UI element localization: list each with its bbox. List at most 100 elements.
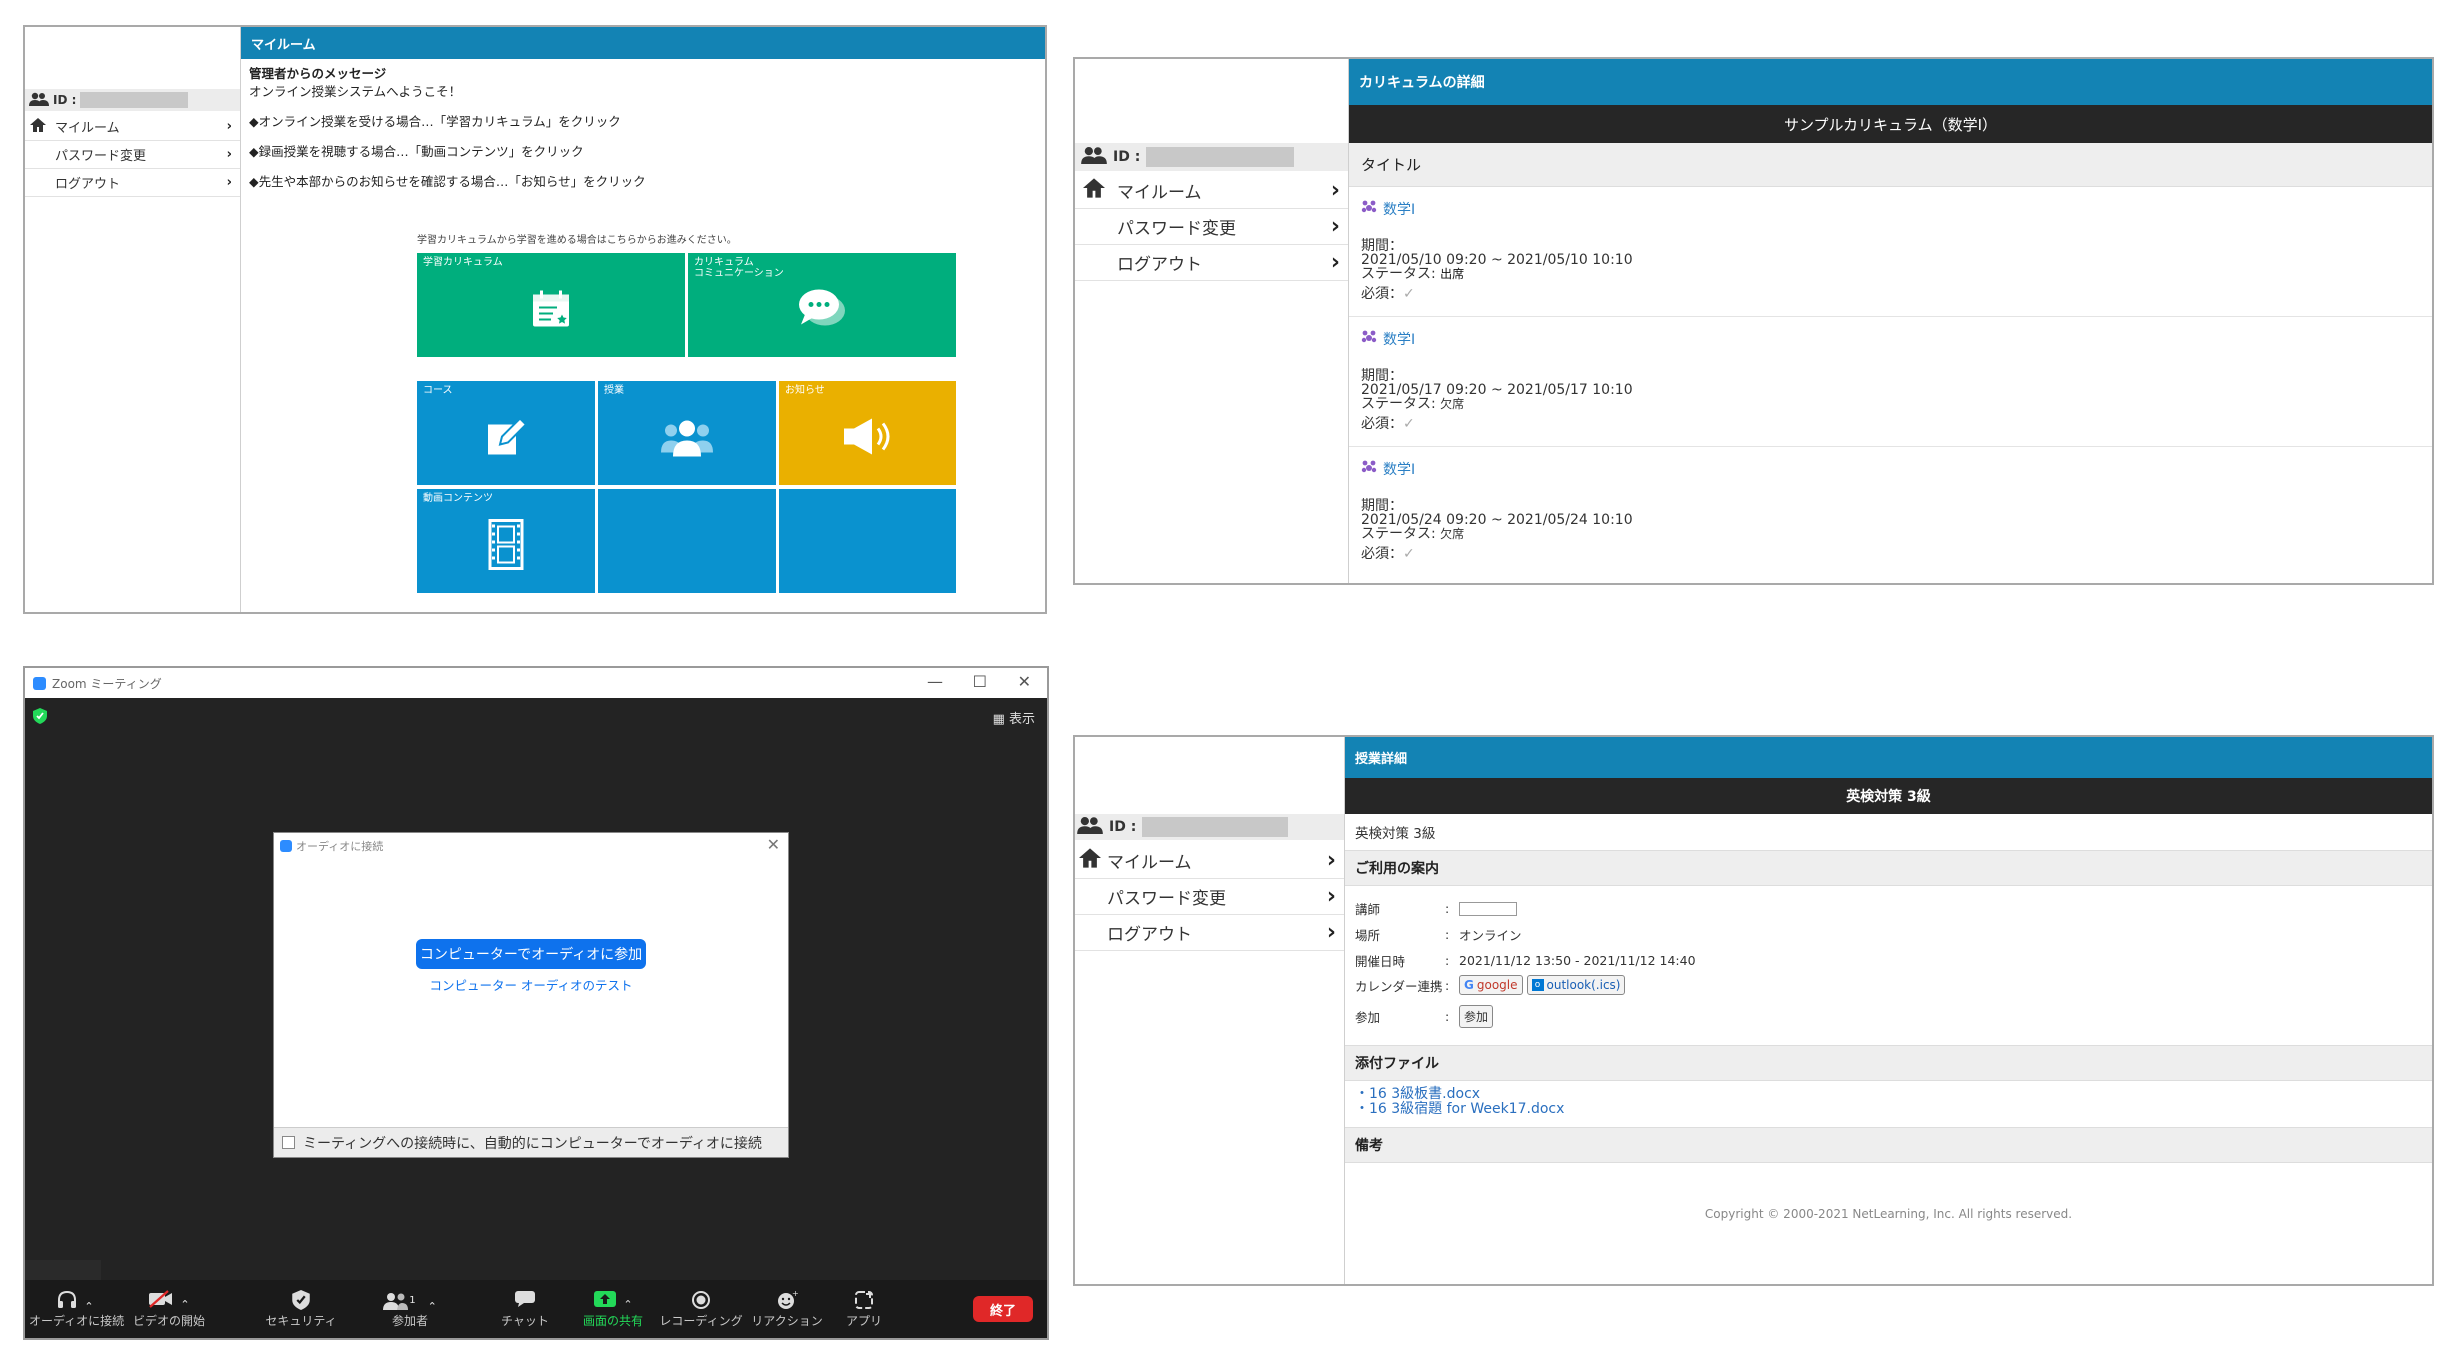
end-meeting-button[interactable]: 終了 bbox=[973, 1296, 1033, 1322]
teacher-value bbox=[1459, 901, 1517, 916]
join-button[interactable]: 参加 bbox=[1459, 1005, 1494, 1028]
apps-button[interactable]: アプリ bbox=[841, 1290, 887, 1329]
page-header: カリキュラムの詳細 bbox=[1349, 59, 2432, 105]
tile-video-contents[interactable]: 動画コンテンツ bbox=[417, 489, 595, 593]
tile-curriculum[interactable]: 学習カリキュラム bbox=[417, 253, 685, 357]
status-label: ステータス: bbox=[1361, 266, 1436, 282]
check-icon: ✓ bbox=[1403, 286, 1415, 302]
required-label: 必須： bbox=[1361, 416, 1403, 432]
sidebar-item-label: ログアウト bbox=[1107, 925, 1192, 945]
sidebar-item-logout[interactable]: ログアウト › bbox=[1075, 915, 1344, 951]
period-label: 期間： bbox=[1361, 368, 1403, 384]
sidebar-item-myroom[interactable]: マイルーム › bbox=[1075, 173, 1348, 209]
lesson-link[interactable]: 数学Ⅰ bbox=[1361, 199, 1415, 219]
id-label: ID : bbox=[53, 93, 77, 107]
sidebar-item-logout[interactable]: ログアウト › bbox=[25, 169, 240, 197]
close-icon[interactable]: ✕ bbox=[767, 835, 780, 854]
audio-button[interactable]: ⌃ オーディオに接続 bbox=[29, 1290, 125, 1329]
sidebar-item-password[interactable]: パスワード変更 › bbox=[25, 141, 240, 169]
participants-icon: 1 ⌃ bbox=[375, 1290, 445, 1313]
chat-button[interactable]: チャット bbox=[495, 1290, 555, 1329]
record-button[interactable]: レコーディング bbox=[659, 1290, 743, 1329]
user-id-value bbox=[1142, 817, 1289, 837]
toolbar-label: オーディオに接続 bbox=[29, 1314, 125, 1328]
lesson-link[interactable]: 数学Ⅰ bbox=[1361, 329, 1415, 349]
chevron-right-icon: › bbox=[1330, 250, 1340, 275]
encryption-shield-icon[interactable] bbox=[33, 708, 47, 728]
lesson-details: 期間： 2021/05/24 09:20 ~ 2021/05/24 10:10 … bbox=[1361, 499, 1633, 561]
home-icon bbox=[1077, 847, 1103, 874]
teacher-row: 講師: bbox=[1355, 899, 1517, 918]
tile-label: 動画コンテンツ bbox=[423, 493, 493, 504]
toolbar-label: リアクション bbox=[751, 1314, 823, 1328]
sidebar-item-myroom[interactable]: マイルーム › bbox=[1075, 843, 1344, 879]
close-icon[interactable]: ✕ bbox=[1018, 672, 1031, 691]
datetime-label: 開催日時 bbox=[1355, 954, 1406, 969]
sidebar-item-password[interactable]: パスワード変更 › bbox=[1075, 879, 1344, 915]
lesson-title-bar: 英検対策 3級 bbox=[1345, 778, 2432, 814]
lesson-panel: ID : マイルーム › パスワード変更 › ログアウト › 授業詳細 英検対策… bbox=[1073, 735, 2434, 1286]
participants-button[interactable]: 1 ⌃ 参加者 bbox=[375, 1290, 445, 1329]
minimize-icon[interactable]: — bbox=[927, 672, 943, 691]
google-g-icon: G bbox=[1464, 978, 1474, 992]
video-off-icon: ⌃ bbox=[129, 1290, 209, 1312]
calendar-row: カレンダー連携: Ggoogle o outlook(.ics) bbox=[1355, 975, 1629, 995]
curriculum-panel: ID : マイルーム › パスワード変更 › ログアウト › カリキュラムの詳細… bbox=[1073, 57, 2434, 585]
course-name: 英検対策 3級 bbox=[1355, 826, 1436, 842]
attachments-section-title: 添付ファイル bbox=[1345, 1045, 2432, 1081]
apps-icon bbox=[841, 1290, 887, 1312]
tile-lesson[interactable]: 授業 bbox=[598, 381, 776, 485]
datetime-row: 開催日時: 2021/11/12 13:50 - 2021/11/12 14:4… bbox=[1355, 953, 1696, 969]
chevron-right-icon: › bbox=[1326, 848, 1336, 873]
sidebar-item-logout[interactable]: ログアウト › bbox=[1075, 245, 1348, 281]
attachment-link[interactable]: ・16 3級板書.docx bbox=[1355, 1087, 1564, 1102]
message-line bbox=[249, 101, 646, 113]
sidebar-item-label: パスワード変更 bbox=[55, 149, 147, 164]
test-audio-link[interactable]: コンピューター オーディオのテスト bbox=[274, 975, 788, 994]
curriculum-entry: 数学Ⅰ 期間： 2021/05/17 09:20 ~ 2021/05/17 10… bbox=[1349, 317, 2432, 447]
view-button[interactable]: ▦ 表示 bbox=[993, 708, 1035, 727]
toolbar-label: アプリ bbox=[845, 1314, 882, 1328]
video-button[interactable]: ⌃ ビデオの開始 bbox=[129, 1290, 209, 1329]
tile-curriculum-communication[interactable]: カリキュラム コミュニケーション bbox=[688, 253, 956, 357]
lesson-name: 数学Ⅰ bbox=[1383, 332, 1416, 348]
maximize-icon[interactable]: ☐ bbox=[973, 672, 987, 691]
name-tag bbox=[25, 1260, 101, 1280]
required-label: 必須： bbox=[1361, 546, 1403, 562]
message-line: ◆先生や本部からのお知らせを確認する場合…「お知らせ」をクリック bbox=[249, 174, 646, 189]
attachment-link[interactable]: ・16 3級宿題 for Week17.docx bbox=[1355, 1102, 1564, 1117]
id-label: ID : bbox=[1109, 819, 1137, 835]
meeting-toolbar: ⌃ オーディオに接続 ⌃ ビデオの開始 セキュリティ 1 ⌃ 参加者 チャット ⌃… bbox=[25, 1280, 1047, 1338]
lesson-link[interactable]: 数学Ⅰ bbox=[1361, 459, 1415, 479]
sidebar-item-password[interactable]: パスワード変更 › bbox=[1075, 209, 1348, 245]
user-icon bbox=[1081, 146, 1107, 168]
tile-notice[interactable]: お知らせ bbox=[779, 381, 956, 485]
check-icon: ✓ bbox=[1403, 546, 1415, 562]
page-header: マイルーム bbox=[241, 27, 1045, 59]
auto-connect-row: ミーティングへの接続時に、自動的にコンピューターでオーディオに接続 bbox=[274, 1127, 788, 1157]
join-audio-button[interactable]: コンピューターでオーディオに参加 bbox=[416, 939, 646, 969]
outlook-calendar-button[interactable]: o outlook(.ics) bbox=[1526, 975, 1626, 995]
headphones-icon: ⌃ bbox=[29, 1290, 121, 1313]
google-calendar-button[interactable]: Ggoogle bbox=[1459, 975, 1523, 995]
lesson-name: 数学Ⅰ bbox=[1383, 202, 1416, 218]
sidebar: ID : マイルーム › パスワード変更 › ログアウト › bbox=[25, 27, 241, 612]
sidebar-item-label: マイルーム bbox=[1107, 853, 1192, 873]
status-value: 欠席 bbox=[1440, 397, 1465, 411]
security-button[interactable]: セキュリティ bbox=[261, 1290, 341, 1329]
myroom-panel: ID : マイルーム › パスワード変更 › ログアウト › マイルーム 管理者… bbox=[23, 25, 1047, 614]
reaction-button[interactable]: + リアクション bbox=[749, 1289, 825, 1329]
share-screen-button[interactable]: ⌃ 画面の共有 bbox=[573, 1290, 653, 1329]
message-line bbox=[249, 161, 646, 173]
curriculum-entry: 数学Ⅰ 期間： 2021/05/24 09:20 ~ 2021/05/24 10… bbox=[1349, 447, 2432, 577]
lesson-name: 数学Ⅰ bbox=[1383, 462, 1416, 478]
tile-course[interactable]: コース bbox=[417, 381, 595, 485]
sidebar-item-myroom[interactable]: マイルーム › bbox=[25, 113, 240, 141]
sidebar-item-label: パスワード変更 bbox=[1117, 219, 1236, 239]
user-icon bbox=[1077, 816, 1103, 838]
tile-label: 学習カリキュラム bbox=[423, 257, 503, 268]
sidebar-item-label: パスワード変更 bbox=[1107, 889, 1226, 909]
chevron-right-icon: › bbox=[226, 119, 232, 134]
auto-connect-checkbox[interactable] bbox=[282, 1136, 295, 1149]
people-icon bbox=[659, 417, 715, 460]
